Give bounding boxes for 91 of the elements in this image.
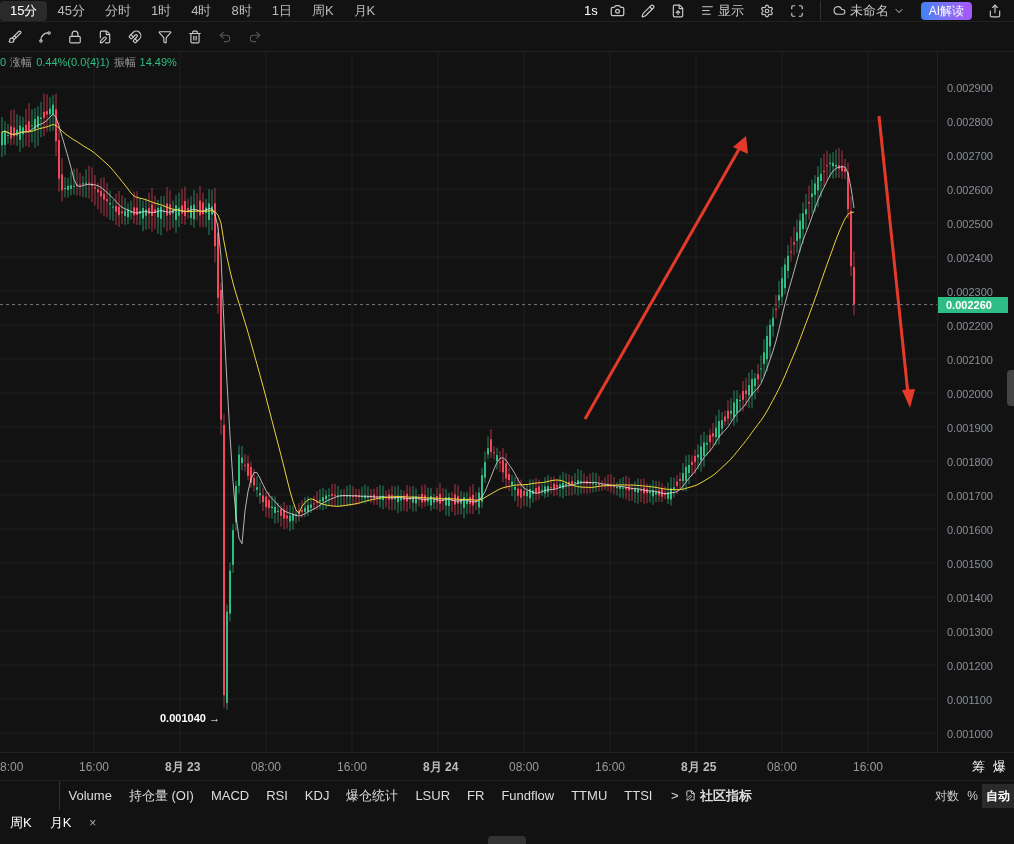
- low-price-marker: 0.001040 →: [160, 711, 220, 726]
- indicator-tab[interactable]: TTMU: [562, 785, 616, 806]
- price-tick: 0.001000: [947, 727, 993, 742]
- price-tick: 0.002800: [947, 115, 993, 130]
- document-icon[interactable]: [670, 3, 685, 18]
- interval-button[interactable]: 1s: [583, 0, 598, 21]
- info-label: 涨幅: [10, 55, 33, 70]
- price-tick: 0.002900: [947, 81, 993, 96]
- indicator-tab[interactable]: Fundflow: [492, 785, 563, 806]
- current-price-label: 0.002260: [938, 296, 1008, 313]
- info-value: 0: [0, 55, 7, 70]
- bottom-tab[interactable]: 月K: [49, 813, 72, 833]
- pencil-icon[interactable]: [640, 3, 655, 18]
- price-tick: 0.001600: [947, 523, 993, 538]
- filter-icon[interactable]: [158, 29, 172, 44]
- price-tick: 0.001400: [947, 591, 993, 606]
- undo-icon[interactable]: [218, 29, 232, 44]
- more-button[interactable]: >: [670, 785, 679, 806]
- price-tick: 0.002000: [947, 387, 993, 402]
- time-tick: 08:00: [251, 758, 282, 776]
- timeframe-tab[interactable]: 1时: [140, 0, 182, 21]
- price-tick: 0.001900: [947, 421, 993, 436]
- time-tick: 8月 23: [165, 758, 201, 776]
- price-tick: 0.002100: [947, 353, 993, 368]
- price-tick: 0.001800: [947, 455, 993, 470]
- redo-icon[interactable]: [248, 29, 262, 44]
- info-label: 振幅: [113, 55, 136, 70]
- indicator-tab[interactable]: FR: [458, 785, 493, 806]
- edit-icon[interactable]: [684, 790, 696, 801]
- edit-note-icon[interactable]: [98, 29, 112, 44]
- curve-icon[interactable]: [38, 29, 52, 44]
- time-tick: 8:00: [0, 758, 24, 776]
- indicator-tab[interactable]: KDJ: [296, 785, 338, 806]
- indicator-tab[interactable]: MACD: [202, 785, 258, 806]
- price-tick: 0.001500: [947, 557, 993, 572]
- time-tick: 16:00: [79, 758, 110, 776]
- info-value: 14.49%: [139, 55, 177, 70]
- close-button[interactable]: ×: [89, 814, 97, 832]
- lock-icon[interactable]: [68, 29, 82, 44]
- time-tick: 08:00: [767, 758, 798, 776]
- timeframe-tab[interactable]: 45分: [47, 0, 95, 21]
- axis-corner-label[interactable]: 爆: [993, 756, 1006, 777]
- indicator-tab[interactable]: 持仓量 (OI): [120, 785, 203, 806]
- indicator-tab[interactable]: Volume: [60, 785, 121, 806]
- panel-toggle-handle[interactable]: [1007, 370, 1014, 406]
- community-indicators-button[interactable]: 社区指标: [699, 785, 752, 806]
- price-tick: 0.001100: [947, 693, 993, 708]
- price-tick: 0.002200: [947, 319, 993, 334]
- indicator-tab[interactable]: TTSI: [615, 785, 661, 806]
- timeframe-tab[interactable]: 周K: [301, 0, 344, 21]
- time-tick: 16:00: [853, 758, 884, 776]
- time-tick: 8月 24: [423, 758, 459, 776]
- settings-icon[interactable]: [759, 3, 774, 18]
- camera-icon[interactable]: [609, 3, 625, 18]
- layout-name-button[interactable]: 未命名: [819, 0, 905, 21]
- magnet-icon[interactable]: [128, 29, 142, 44]
- ai-button[interactable]: AI解读: [920, 1, 972, 20]
- timeframe-tab[interactable]: 8时: [221, 0, 262, 21]
- info-value: 0.44%(0.0{4}1): [36, 55, 110, 70]
- trash-icon[interactable]: [188, 29, 202, 44]
- timeframe-tab[interactable]: 15分: [0, 0, 48, 21]
- share-icon[interactable]: [988, 3, 1002, 18]
- timeframe-tab[interactable]: 1日: [261, 0, 302, 21]
- indicator-tab[interactable]: LSUR: [406, 785, 459, 806]
- price-tick: 0.002500: [947, 217, 993, 232]
- display-button[interactable]: 显示: [700, 0, 744, 21]
- bottom-tab[interactable]: 周K: [10, 813, 32, 833]
- indicator-tab[interactable]: RSI: [257, 785, 297, 806]
- time-tick: 16:00: [337, 758, 368, 776]
- time-tick: 16:00: [595, 758, 626, 776]
- time-tick: 8月 25: [681, 758, 717, 776]
- timeframe-tab[interactable]: 4时: [181, 0, 222, 21]
- cloud-icon: [832, 4, 846, 17]
- timeframe-tab[interactable]: 月K: [343, 0, 386, 21]
- indicator-tab[interactable]: 爆仓统计: [337, 785, 407, 806]
- price-tick: 0.002600: [947, 183, 993, 198]
- price-tick: 0.001700: [947, 489, 993, 504]
- time-tick: 08:00: [509, 758, 540, 776]
- price-tick: 0.001300: [947, 625, 993, 640]
- resize-handle[interactable]: [488, 836, 526, 844]
- timeframe-tab[interactable]: 分时: [94, 0, 141, 21]
- price-tick: 0.002400: [947, 251, 993, 266]
- list-icon: [700, 4, 714, 17]
- price-tick: 0.002700: [947, 149, 993, 164]
- axis-corner-label[interactable]: 筹: [972, 756, 985, 777]
- brush-icon[interactable]: [8, 29, 22, 44]
- scale-option[interactable]: 自动: [982, 783, 1014, 808]
- scale-option[interactable]: %: [963, 783, 982, 808]
- fullscreen-icon[interactable]: [789, 3, 804, 18]
- price-tick: 0.001200: [947, 659, 993, 674]
- scale-option[interactable]: 对数: [931, 783, 964, 808]
